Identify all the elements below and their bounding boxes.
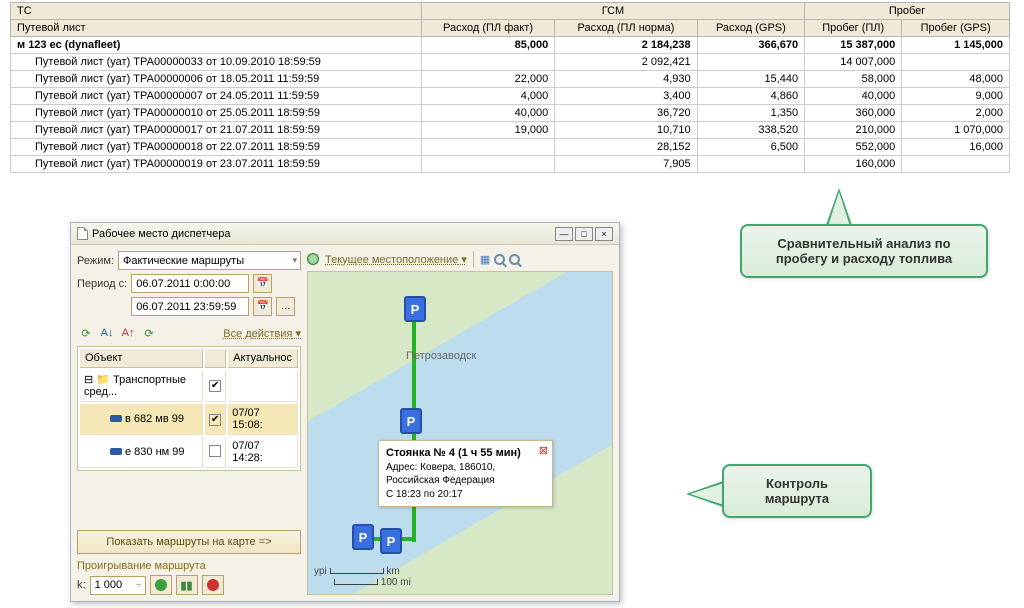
mode-combo[interactable]: Фактические маршруты: [118, 251, 301, 270]
map-toolbar: Текущее местоположение ▾ ▦: [307, 251, 613, 267]
reload-icon[interactable]: ⟳: [140, 324, 158, 342]
checkbox[interactable]: ✔: [209, 380, 221, 392]
close-button[interactable]: ×: [595, 227, 613, 241]
sort-desc-icon[interactable]: A↑: [119, 324, 137, 342]
group-row: м 123 ес (dynafleet) 85,000 2 184,238 36…: [11, 37, 1010, 54]
table-row: Путевой лист (уат) ТРА00000019 от 23.07.…: [11, 156, 1010, 173]
period-preset-button[interactable]: …: [276, 297, 295, 316]
map-tooltip: ⊠ Стоянка № 4 (1 ч 55 мин) Адрес: Ковера…: [378, 440, 553, 507]
zoom-in-icon[interactable]: [494, 254, 505, 265]
dispatcher-window: Рабочее место диспетчера — □ × Режим: Фа…: [70, 222, 620, 602]
col-cons-gps: Расход (GPS): [697, 20, 804, 37]
minimize-button[interactable]: —: [555, 227, 573, 241]
city-label: Петрозаводск: [406, 350, 476, 362]
parking-marker[interactable]: P: [404, 296, 426, 322]
right-panel: Текущее местоположение ▾ ▦ P P P P Петро…: [307, 251, 613, 595]
callout-route-control: Контроль маршрута: [722, 464, 872, 518]
k-label: k:: [77, 579, 86, 591]
table-row: Путевой лист (уат) ТРА00000007 от 24.05.…: [11, 88, 1010, 105]
col-mileage: Пробег: [805, 3, 1010, 20]
col-cons-fact: Расход (ПЛ факт): [421, 20, 554, 37]
calendar-button[interactable]: 📅: [253, 297, 272, 316]
period-to-input[interactable]: 06.07.2011 23:59:59: [131, 297, 249, 316]
show-routes-button[interactable]: Показать маршруты на карте =>: [77, 530, 301, 554]
record-icon: [207, 579, 219, 591]
table-row: Путевой лист (уат) ТРА00000010 от 25.05.…: [11, 105, 1010, 122]
period-from-input[interactable]: 06.07.2011 0:00:00: [131, 274, 249, 293]
parking-marker[interactable]: P: [352, 524, 374, 550]
globe-icon[interactable]: [307, 253, 319, 265]
report-table: ТС ГСМ Пробег Путевой лист Расход (ПЛ фа…: [10, 2, 1010, 173]
col-tc: ТС: [11, 3, 422, 20]
sort-asc-icon[interactable]: A↓: [98, 324, 116, 342]
callout-tail: [825, 188, 853, 228]
checkbox[interactable]: ✔: [209, 414, 221, 426]
col-gsm: ГСМ: [421, 3, 804, 20]
callout-analysis: Сравнительный анализ по пробегу и расход…: [740, 224, 988, 278]
record-button[interactable]: [202, 575, 224, 595]
col-mileage-gps: Пробег (GPS): [902, 20, 1010, 37]
col-waybill: Путевой лист: [11, 20, 422, 37]
zoom-out-icon[interactable]: [509, 254, 520, 265]
current-location-link[interactable]: Текущее местоположение ▾: [325, 253, 467, 266]
table-row: Путевой лист (уат) ТРА00000018 от 22.07.…: [11, 139, 1010, 156]
col-mileage-pl: Пробег (ПЛ): [805, 20, 902, 37]
calendar-button[interactable]: 📅: [253, 274, 272, 293]
tree-toolbar: ⟳ A↓ A↑ ⟳ Все действия ▾: [77, 324, 301, 342]
mode-label: Режим:: [77, 255, 114, 267]
col-object: Объект: [80, 349, 203, 368]
all-actions-link[interactable]: Все действия ▾: [223, 327, 301, 340]
tooltip-time: С 18:23 по 20:17: [386, 489, 463, 500]
maximize-button[interactable]: □: [575, 227, 593, 241]
col-actual: Актуальнос: [228, 349, 298, 368]
car-icon: [110, 415, 122, 422]
tooltip-close-icon[interactable]: ⊠: [539, 444, 548, 459]
left-panel: Режим: Фактические маршруты Период с: 06…: [77, 251, 301, 595]
window-titlebar[interactable]: Рабочее место диспетчера — □ ×: [71, 223, 619, 245]
refresh-icon[interactable]: ⟳: [77, 324, 95, 342]
table-row: Путевой лист (уат) ТРА00000017 от 21.07.…: [11, 122, 1010, 139]
tree-item-row[interactable]: в 682 мв 99 ✔ 07/07 15:08:: [80, 404, 298, 435]
parking-marker[interactable]: P: [380, 528, 402, 554]
playback-label: Проигрывание маршрута: [77, 560, 301, 572]
layers-icon[interactable]: ▦: [480, 253, 490, 266]
group-label: м 123 ес (dynafleet): [11, 37, 422, 54]
map-scale: ypi km 100 mi: [314, 566, 411, 588]
checkbox[interactable]: [209, 445, 221, 457]
pause-button[interactable]: ▮▮: [176, 575, 198, 595]
col-cons-norm: Расход (ПЛ норма): [555, 20, 697, 37]
tooltip-address: Адрес: Ковера, 186010, Российская Федера…: [386, 462, 495, 487]
document-icon: [77, 227, 88, 240]
k-input[interactable]: 1 000: [90, 576, 146, 595]
callout-tail: [686, 480, 726, 508]
tooltip-title: Стоянка № 4 (1 ч 55 мин): [386, 447, 521, 459]
tree-item-row[interactable]: е 830 нм 99 07/07 14:28:: [80, 437, 298, 468]
table-row: Путевой лист (уат) ТРА00000006 от 18.05.…: [11, 71, 1010, 88]
window-title: Рабочее место диспетчера: [92, 228, 230, 240]
parking-marker[interactable]: P: [400, 408, 422, 434]
car-icon: [110, 448, 122, 455]
play-icon: [155, 579, 167, 591]
tree-root-row[interactable]: ⊟ 📁 Транспортные сред... ✔: [80, 370, 298, 402]
table-row: Путевой лист (уат) ТРА00000033 от 10.09.…: [11, 54, 1010, 71]
play-button[interactable]: [150, 575, 172, 595]
objects-tree: Объект Актуальнос ⊟ 📁 Транспортные сред.…: [77, 346, 301, 471]
map[interactable]: P P P P Петрозаводск ⊠ Стоянка № 4 (1 ч …: [307, 271, 613, 595]
period-label: Период с:: [77, 278, 127, 290]
